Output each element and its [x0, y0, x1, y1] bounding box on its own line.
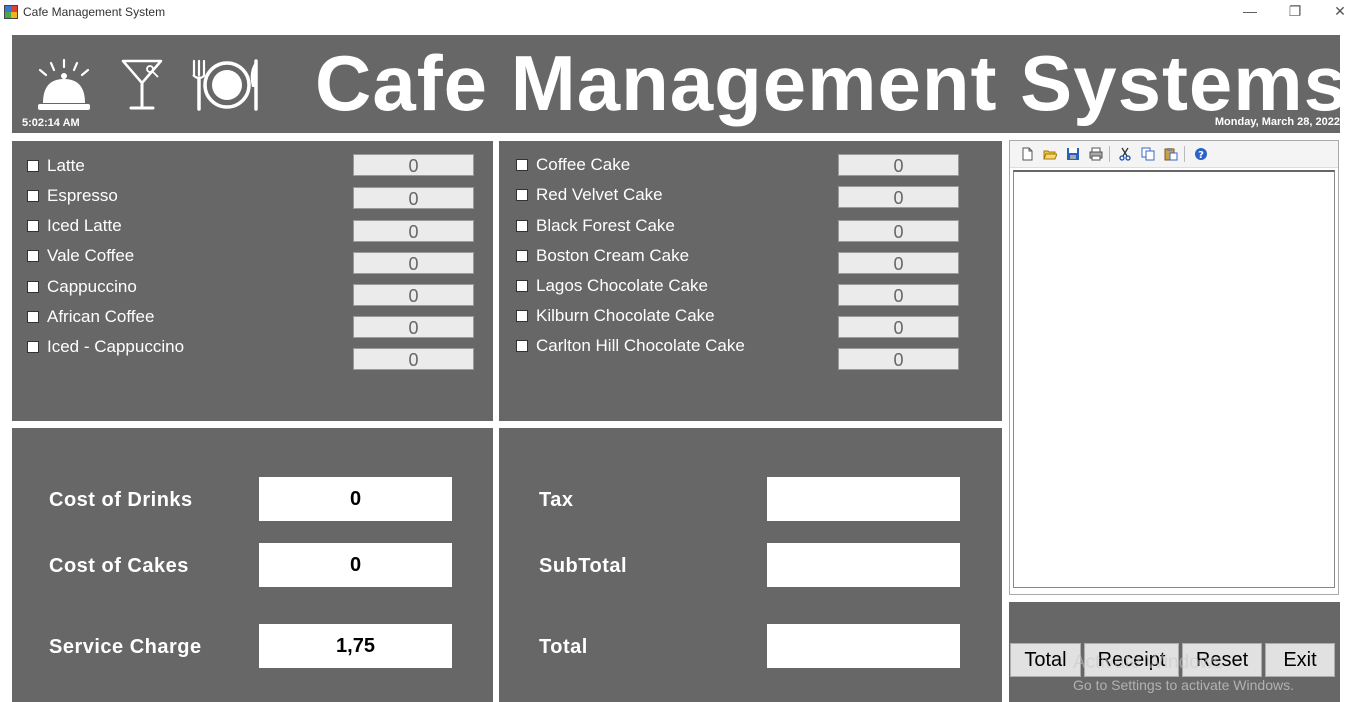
drink-checkbox[interactable] [27, 311, 39, 323]
service-bell-icon [38, 58, 90, 110]
drink-label: Espresso [47, 186, 118, 205]
plate-cutlery-icon [192, 59, 258, 111]
drink-qty-input[interactable]: 0 [353, 316, 474, 338]
cocktail-glass-icon [121, 59, 163, 110]
drink-label: Cappuccino [47, 277, 137, 296]
receipt-textbox[interactable] [1013, 170, 1335, 588]
cost-of-drinks-label: Cost of Drinks [49, 489, 193, 511]
drink-qty-input[interactable]: 0 [353, 187, 474, 209]
cake-checkbox[interactable] [516, 280, 528, 292]
service-charge-label: Service Charge [49, 636, 202, 658]
cake-label: Lagos Chocolate Cake [536, 276, 709, 295]
cake-qty-input[interactable]: 0 [838, 348, 959, 370]
cake-qty-input[interactable]: 0 [838, 220, 959, 242]
drink-qty-input[interactable]: 0 [353, 154, 474, 176]
clock-label: 5:02:14 AM [22, 117, 80, 129]
toolbar-separator [1109, 146, 1110, 162]
drink-qty-input[interactable]: 0 [353, 252, 474, 274]
exit-button[interactable]: Exit [1265, 643, 1335, 677]
drink-qty-input[interactable]: 0 [353, 284, 474, 306]
totals-panel: Tax SubTotal Total [499, 428, 1002, 702]
activation-watermark: Activate Windows [1073, 652, 1223, 673]
cake-checkbox[interactable] [516, 340, 528, 352]
drink-label: Vale Coffee [47, 246, 135, 265]
paste-icon[interactable] [1164, 147, 1178, 161]
cakes-panel: Coffee Cake Red Velvet Cake Black Forest… [499, 141, 1002, 421]
tax-field[interactable] [767, 477, 960, 521]
subtotal-label: SubTotal [539, 555, 628, 577]
window-title: Cafe Management System [23, 5, 166, 19]
drink-checkbox[interactable] [27, 281, 39, 293]
cake-label: Kilburn Chocolate Cake [536, 306, 715, 325]
cake-label: Carlton Hill Chocolate Cake [536, 336, 745, 355]
cake-qty-input[interactable]: 0 [838, 154, 959, 176]
cake-qty-input[interactable]: 0 [838, 186, 959, 208]
drink-label: Iced Latte [47, 216, 122, 235]
page-title: Cafe Management Systems [315, 39, 1349, 127]
drink-checkbox[interactable] [27, 341, 39, 353]
drink-checkbox[interactable] [27, 250, 39, 262]
receipt-toolbar: ? [1010, 141, 1338, 168]
receipt-panel: ? [1009, 140, 1339, 595]
cut-icon[interactable] [1118, 147, 1132, 161]
total-field[interactable] [767, 624, 960, 668]
drink-qty-input[interactable]: 0 [353, 220, 474, 242]
drinks-panel: Latte Espresso Iced Latte Vale Coffee Ca… [12, 141, 493, 421]
header-banner: Cafe Management Systems 5:02:14 AM Monda… [12, 35, 1347, 133]
service-charge-field[interactable]: 1,75 [259, 624, 452, 668]
drink-checkbox[interactable] [27, 190, 39, 202]
cake-checkbox[interactable] [516, 159, 528, 171]
cake-label: Black Forest Cake [536, 216, 675, 235]
cost-of-drinks-field[interactable]: 0 [259, 477, 452, 521]
activation-watermark-subtext: Go to Settings to activate Windows. [1073, 677, 1294, 693]
print-icon[interactable] [1089, 147, 1103, 161]
help-icon[interactable]: ? [1194, 147, 1208, 161]
save-icon[interactable] [1066, 147, 1080, 161]
total-label: Total [539, 636, 588, 658]
cake-checkbox[interactable] [516, 220, 528, 232]
toolbar-separator [1184, 146, 1185, 162]
tax-label: Tax [539, 489, 574, 511]
new-icon[interactable] [1020, 147, 1034, 161]
cake-checkbox[interactable] [516, 310, 528, 322]
cake-label: Red Velvet Cake [536, 185, 663, 204]
drink-label: Latte [47, 156, 85, 175]
drink-label: African Coffee [47, 307, 155, 326]
cake-checkbox[interactable] [516, 250, 528, 262]
costs-panel: Cost of Drinks 0 Cost of Cakes 0 Service… [12, 428, 493, 702]
cake-checkbox[interactable] [516, 189, 528, 201]
copy-icon[interactable] [1141, 147, 1155, 161]
svg-text:?: ? [1198, 150, 1204, 161]
cost-of-cakes-field[interactable]: 0 [259, 543, 452, 587]
open-icon[interactable] [1043, 147, 1057, 161]
close-button[interactable]: ✕ [1317, 0, 1363, 25]
drink-qty-input[interactable]: 0 [353, 348, 474, 370]
cake-qty-input[interactable]: 0 [838, 316, 959, 338]
minimize-button[interactable]: — [1227, 0, 1273, 25]
drink-label: Iced - Cappuccino [47, 337, 185, 356]
cake-label: Boston Cream Cake [536, 246, 690, 265]
drink-checkbox[interactable] [27, 220, 39, 232]
subtotal-field[interactable] [767, 543, 960, 587]
cake-qty-input[interactable]: 0 [838, 252, 959, 274]
app-icon [4, 5, 18, 19]
date-label: Monday, March 28, 2022 [1214, 116, 1340, 128]
restore-button[interactable]: ❐ [1272, 0, 1318, 25]
cost-of-cakes-label: Cost of Cakes [49, 555, 189, 577]
cake-label: Coffee Cake [536, 155, 631, 174]
total-button[interactable]: Total [1010, 643, 1081, 677]
cake-qty-input[interactable]: 0 [838, 284, 959, 306]
drink-checkbox[interactable] [27, 160, 39, 172]
window-titlebar: Cafe Management System — ❐ ✕ [0, 0, 1363, 25]
